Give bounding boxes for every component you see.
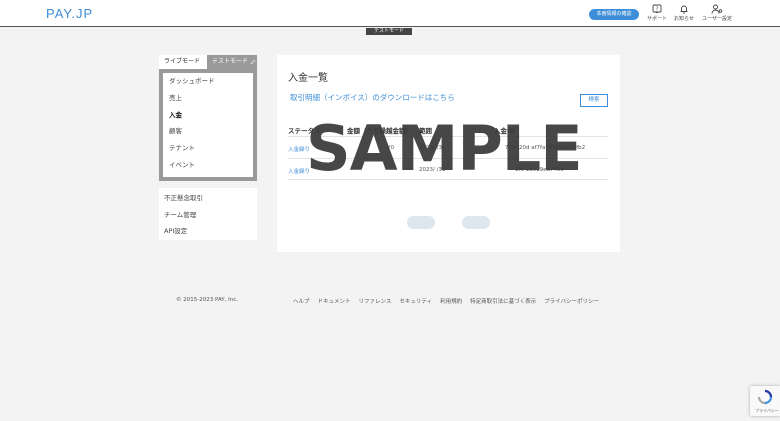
notifications-link[interactable]: お知らせ (667, 4, 701, 22)
svg-text:?: ? (656, 7, 659, 13)
live-mode-tab[interactable]: ライブモード (159, 55, 207, 78)
test-mode-banner: テストモード (366, 28, 412, 35)
search-button[interactable]: 検索 (580, 94, 608, 107)
footer-link-reference[interactable]: リファレンス (359, 297, 392, 305)
recaptcha-icon (757, 389, 773, 405)
footer-link-security[interactable]: セキュリティ (399, 297, 432, 305)
invoice-download-link[interactable]: 取引明細（インボイス）のダウンロードはこちら (290, 92, 455, 103)
pencil-icon (250, 58, 256, 64)
user-gear-icon (711, 4, 723, 14)
page-title: 入金一覧 (288, 73, 328, 84)
sidebar-item-sales[interactable]: 売上 (163, 90, 253, 107)
sidebar-item-dashboard[interactable]: ダッシュボード (163, 73, 253, 90)
test-mode-tab[interactable]: テストモード (207, 55, 257, 69)
sidebar-item-fraud[interactable]: 不正懸念取引 (159, 190, 257, 207)
footer-link-terms[interactable]: 利用規約 (440, 297, 462, 305)
secondary-menu: 不正懸念取引 チーム管理 API設定 (159, 188, 257, 240)
sidebar-item-tenants[interactable]: テナント (163, 140, 253, 157)
support-icon: ? (652, 4, 662, 14)
production-info-button[interactable]: 本番情報の確認 (589, 9, 639, 20)
recaptcha-badge[interactable]: プライバシー (750, 386, 780, 416)
main-menu: ダッシュボード 売上 入金 顧客 テナント イベント (159, 69, 257, 181)
footer-link-help[interactable]: ヘルプ (293, 297, 310, 305)
sidebar-item-customers[interactable]: 顧客 (163, 123, 253, 140)
bell-icon (680, 5, 688, 14)
sample-watermark: SAMPLE (306, 112, 583, 185)
footer-link-docs[interactable]: ドキュメント (318, 297, 351, 305)
live-mode-label: ライブモード (164, 58, 201, 65)
mode-tabs: ライブモード テストモード (159, 55, 257, 78)
user-settings-label: ユーザー設定 (702, 16, 732, 22)
next-page-button[interactable] (462, 216, 490, 229)
notifications-label: お知らせ (674, 16, 694, 22)
copyright: © 2015-2023 PAY, Inc. (176, 297, 239, 303)
prev-page-button[interactable] (407, 216, 435, 229)
support-label: サポート (646, 16, 667, 22)
user-settings-link[interactable]: ユーザー設定 (700, 4, 734, 22)
footer-link-commerce-law[interactable]: 特定商取引法に基づく表示 (470, 297, 536, 305)
recaptcha-privacy-label: プライバシー (755, 408, 779, 413)
sidebar-item-events[interactable]: イベント (163, 157, 253, 174)
footer-links: ヘルプ ドキュメント リファレンス セキュリティ 利用規約 特定商取引法に基づく… (293, 297, 599, 305)
logo[interactable]: PAY.JP (46, 6, 93, 21)
sidebar-item-api-settings[interactable]: API設定 (159, 223, 257, 240)
sidebar-item-team[interactable]: チーム管理 (159, 207, 257, 224)
footer-link-privacy[interactable]: プライバシーポリシー (544, 297, 599, 305)
test-mode-label: テストモード (212, 58, 249, 65)
sidebar-item-payouts[interactable]: 入金 (163, 107, 253, 124)
top-header: PAY.JP 本番情報の確認 ? サポート お知らせ ユーザー設定 (0, 0, 780, 27)
